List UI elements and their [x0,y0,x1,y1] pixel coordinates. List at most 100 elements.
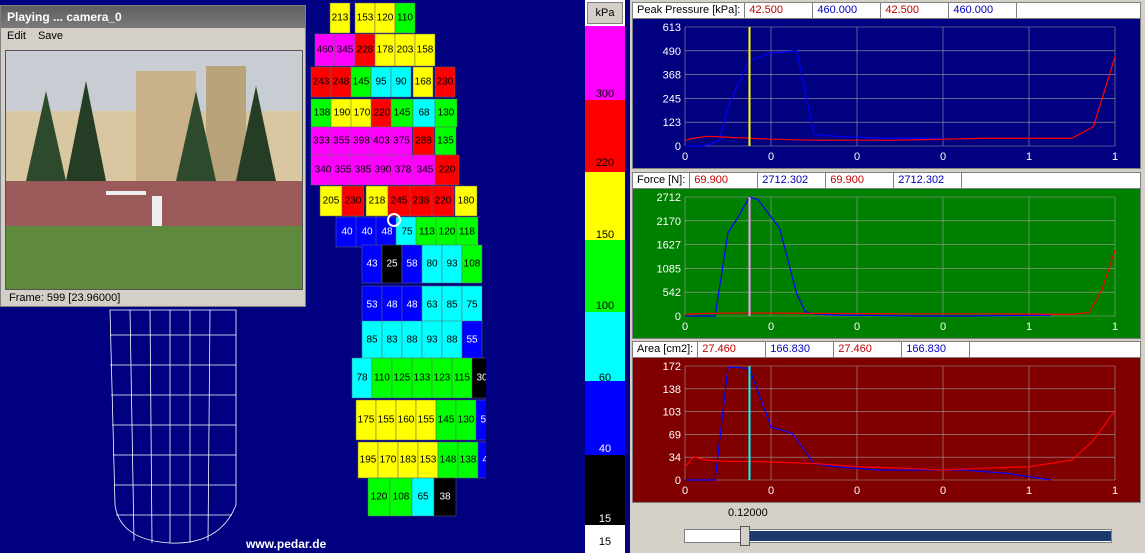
video-frame [5,50,303,290]
legend-label: 15 [598,536,612,548]
chart-header-value: 460.000 [949,3,1018,18]
y-tick-label: 542 [663,287,681,299]
foot-sensor-value: 180 [458,196,475,207]
foot-sensor-cell: 148 [437,441,459,479]
foot-sensor-value: 145 [353,77,370,88]
x-tick-label: 0 [940,151,946,163]
foot-sensor-value: 75 [466,300,478,311]
foot-sensor-value: 38 [439,492,451,503]
y-tick-label: 613 [663,22,681,34]
foot-sensor-value: 195 [360,455,377,466]
foot-sensor-cell: 93 [421,320,443,360]
foot-sensor-cell: 95 [370,66,392,98]
foot-sensor-value: 130 [458,415,475,426]
foot-sensor-value: 88 [406,335,418,346]
foot-sensor-cell: 460 [314,33,336,67]
video-window[interactable]: Playing ... camera_0 Edit Save Frame: 59… [0,5,306,307]
foot-sensor-cell: 288 [412,126,435,156]
foot-sensor-cell: 170 [377,441,399,479]
foot-sensor-value: 170 [380,455,397,466]
timeline-bar: 0.12000 [632,505,1141,551]
foot-sensor-value: 153 [357,13,374,24]
foot-sensor-cell: 218 [365,185,389,217]
foot-sensor-cell: 93 [441,244,463,284]
foot-sensor-cell: 30 [471,357,486,399]
y-tick-label: 123 [663,117,681,129]
foot-sensor-value: 63 [426,300,438,311]
slider-thumb[interactable] [740,526,751,546]
foot-sensor-value: 58 [406,259,418,270]
foot-sensor-cell: 228 [354,33,376,67]
chart-header-value: 42.500 [881,3,950,18]
foot-sensor-value: 55 [466,335,478,346]
foot-sensor-cell: 85 [361,320,383,360]
video-menu: Edit Save [1,28,305,46]
foot-sensor-value: 245 [391,196,408,207]
x-tick-label: 0 [940,485,946,497]
foot-sensor-cell: 83 [381,320,403,360]
menu-edit[interactable]: Edit [7,30,26,44]
foot-sensor-value: 160 [398,415,415,426]
foot-sensor-cell: 183 [397,441,419,479]
chart-title: Area [cm2]: [633,342,699,357]
chart-panels: Peak Pressure [kPa]: 42.500 460.000 42.500 4… [630,0,1145,553]
foot-sensor-cell: 195 [357,441,379,479]
x-tick-label: 1 [1026,151,1032,163]
foot-sensor-cell: 123 [431,357,453,399]
menu-save[interactable]: Save [38,30,63,44]
foot-sensor-value: 133 [414,373,431,384]
video-title: Playing ... camera_0 [1,6,305,28]
foot-sensor-value: 220 [435,196,452,207]
foot-sensor-value: 375 [393,136,410,147]
foot-sensor-value: 153 [420,455,437,466]
chart-header: Peak Pressure [kPa]: 42.500 460.000 42.500 4… [633,3,1140,19]
legend-color-band [585,312,625,381]
foot-sensor-cell: 345 [412,154,438,186]
foot-sensor-value: 53 [366,300,378,311]
foot-sensor-cell: 220 [431,185,455,217]
foot-sensor-value: 120 [439,227,456,238]
foot-sensor-cell: 90 [390,66,412,98]
foot-sensor-cell: 138 [457,441,479,479]
y-tick-label: 0 [675,141,681,153]
foot-sensor-cell: 145 [435,399,457,441]
foot-sensor-value: 398 [353,136,370,147]
foot-sensor-cell: 220 [370,98,394,128]
foot-sensor-value: 390 [375,165,392,176]
foot-sensor-value: 228 [357,45,374,56]
chart-plot: 61349036824512300 0 0 0 1 1 [633,19,1140,168]
foot-sensor-value: 40 [341,227,353,238]
foot-sensor-value: 175 [358,415,375,426]
x-tick-label: 1 [1112,485,1118,497]
foot-sensor-cell: 160 [395,399,417,441]
foot-sensor-value: 110 [397,13,413,24]
foot-sensor-value: 43 [366,259,378,270]
foot-sensor-cell: 78 [351,357,373,399]
foot-sensor-cell: 68 [412,98,436,128]
foot-sensor-cell: 375 [390,126,413,156]
time-slider[interactable] [684,526,1112,546]
x-tick-label: 0 [768,321,774,333]
foot-sensor-value: 220 [374,108,391,119]
foot-sensor-cell: 53 [361,285,383,325]
chart-header-value: 2712.302 [894,173,963,188]
y-tick-label: 2170 [657,216,681,228]
foot-sensor-value: 178 [377,45,394,56]
foot-sensor-value: 218 [369,196,386,207]
foot-sensor-cell: 138 [310,98,334,128]
chart-header-value: 166.830 [902,342,971,357]
foot-sensor-cell: 115 [451,357,473,399]
foot-sensor-value: 345 [337,45,354,56]
foot-sensor-cell: 88 [401,320,423,360]
foot-sensor-value: 90 [395,77,407,88]
foot-sensor-value: 340 [315,165,332,176]
foot-sensor-value: 345 [417,165,434,176]
foot-sensor-value: 88 [446,335,458,346]
foot-sensor-value: 75 [401,227,413,238]
foot-sensor-value: 48 [482,455,486,466]
foot-sensor-cell: 48 [381,285,403,325]
y-tick-label: 172 [663,361,681,373]
frame-status: Frame: 599 [23.96000] [9,292,121,304]
foot-sensor-cell: 125 [391,357,413,399]
foot-sensor-value: 138 [314,108,331,119]
